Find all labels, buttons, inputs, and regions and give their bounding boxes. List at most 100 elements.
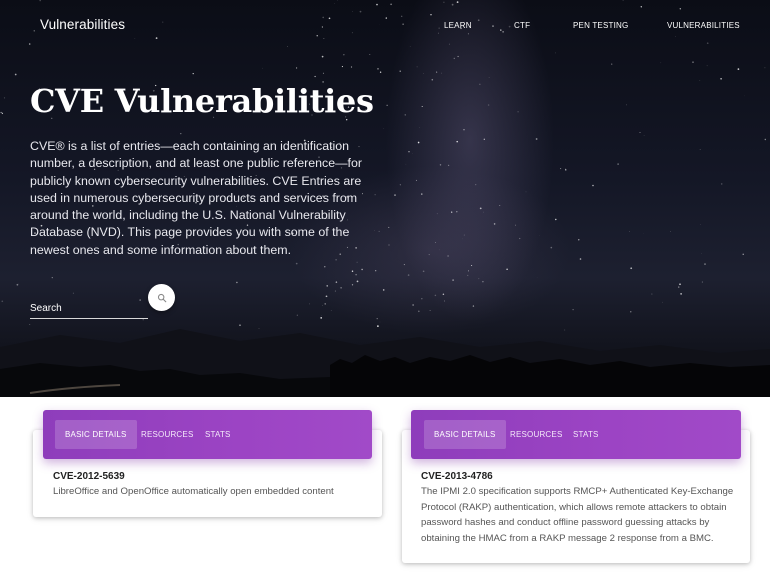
star <box>442 293 445 296</box>
star <box>444 300 446 302</box>
star <box>555 218 557 221</box>
star <box>408 150 410 153</box>
star <box>431 78 434 81</box>
search-input[interactable] <box>30 299 148 319</box>
star <box>463 128 465 131</box>
star <box>640 6 642 8</box>
star <box>457 55 459 58</box>
star <box>352 11 353 12</box>
star <box>441 72 443 74</box>
tab-stats[interactable]: STATS <box>195 420 241 449</box>
star <box>326 285 328 287</box>
star <box>1 112 4 115</box>
star <box>412 304 414 306</box>
star <box>447 164 450 167</box>
star <box>680 293 682 295</box>
star <box>742 253 744 255</box>
tab-stats[interactable]: STATS <box>563 420 609 449</box>
search-field <box>30 298 148 320</box>
nav-pen-testing[interactable]: PEN TESTING <box>573 21 628 30</box>
mountain-silhouette <box>0 329 770 397</box>
star <box>379 71 382 73</box>
star <box>443 1 445 3</box>
tab-resources[interactable]: RESOURCES <box>131 420 203 449</box>
star <box>453 57 456 60</box>
star <box>764 67 766 69</box>
star <box>611 63 613 65</box>
star <box>764 138 767 141</box>
star <box>560 168 562 170</box>
star <box>421 105 423 108</box>
star <box>422 270 425 273</box>
star <box>435 242 436 243</box>
star <box>351 270 354 272</box>
star <box>706 42 709 45</box>
star <box>322 72 324 74</box>
star <box>579 258 582 260</box>
star <box>236 281 238 284</box>
star <box>452 279 454 281</box>
star <box>471 264 473 267</box>
star <box>405 163 407 165</box>
card-tab-bar: BASIC DETAILS RESOURCES STATS <box>411 410 741 459</box>
star <box>692 61 694 63</box>
star <box>324 303 326 305</box>
hero-section: Vulnerabilities LEARN CTF PEN TESTING VU… <box>0 0 770 397</box>
star <box>651 293 653 295</box>
star <box>1 300 4 303</box>
star <box>382 289 385 291</box>
star <box>519 237 521 240</box>
star <box>407 274 410 276</box>
star <box>447 255 449 257</box>
star <box>323 38 325 39</box>
nav-vulnerabilities[interactable]: VULNERABILITIES <box>667 21 740 30</box>
star <box>359 10 362 13</box>
star <box>660 62 662 64</box>
star <box>321 55 324 58</box>
star <box>316 35 318 37</box>
tab-resources[interactable]: RESOURCES <box>500 420 572 449</box>
star <box>592 184 594 187</box>
tab-basic-details[interactable]: BASIC DETAILS <box>55 420 137 449</box>
star <box>361 268 363 271</box>
star <box>483 138 485 140</box>
search-button[interactable] <box>148 284 175 311</box>
star <box>430 14 432 16</box>
star <box>675 36 676 37</box>
star <box>625 104 627 106</box>
star <box>355 274 357 276</box>
star <box>388 244 390 246</box>
star <box>482 280 484 283</box>
star <box>341 66 343 68</box>
star <box>72 292 74 294</box>
star <box>737 68 740 70</box>
star <box>335 258 337 261</box>
star <box>479 83 481 85</box>
star <box>421 193 423 195</box>
nav-ctf[interactable]: CTF <box>514 21 530 30</box>
star <box>678 286 680 288</box>
star <box>493 223 496 225</box>
tab-basic-details[interactable]: BASIC DETAILS <box>424 420 506 449</box>
star <box>555 52 557 54</box>
star <box>704 263 706 265</box>
star <box>535 138 538 140</box>
star <box>356 280 359 283</box>
star <box>415 179 417 181</box>
star <box>385 17 387 19</box>
star <box>436 213 438 215</box>
star <box>328 17 331 20</box>
star <box>434 294 437 297</box>
star <box>369 54 371 56</box>
star <box>478 278 480 280</box>
star <box>334 290 336 292</box>
nav-learn[interactable]: LEARN <box>444 21 472 30</box>
star <box>324 266 326 268</box>
star <box>451 3 454 6</box>
star <box>51 276 53 279</box>
cve-id: CVE-2012-5639 <box>53 471 125 482</box>
page-description: CVE® is a list of entries—each containin… <box>30 139 362 257</box>
star <box>287 46 288 47</box>
star <box>428 254 430 256</box>
star <box>421 298 423 300</box>
